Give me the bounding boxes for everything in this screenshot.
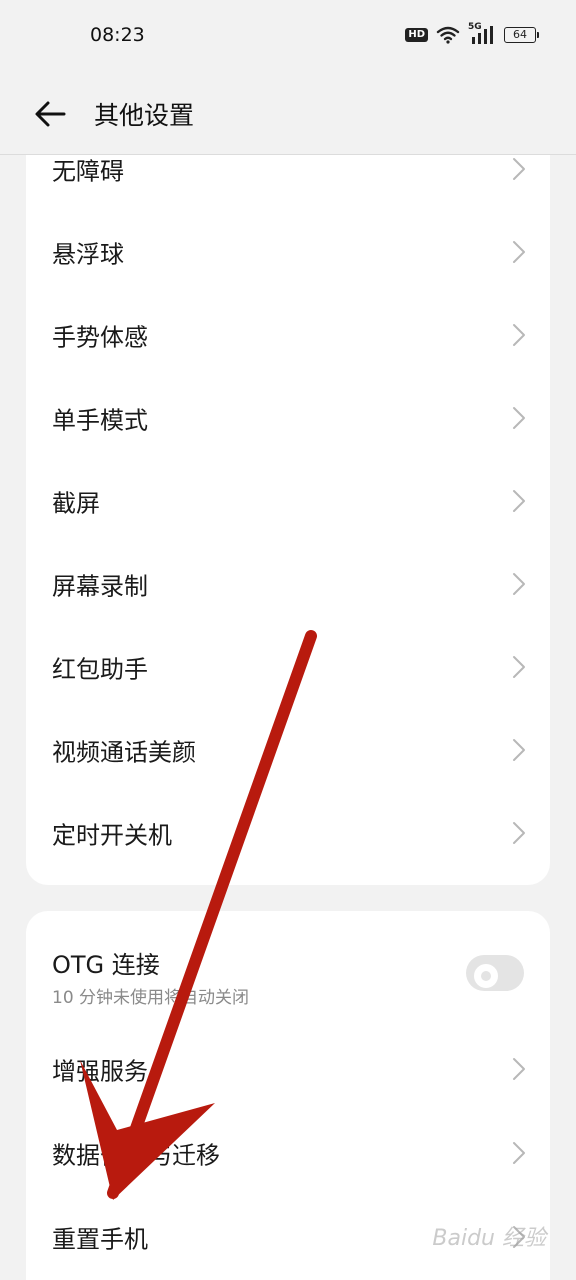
app-header: 其他设置 — [0, 72, 576, 155]
battery-icon: 64 — [504, 27, 539, 43]
chevron-right-icon — [513, 157, 525, 180]
row-label: 悬浮球 — [52, 240, 124, 268]
status-time: 08:23 — [90, 24, 145, 46]
settings-row[interactable]: 视频通话美颜 — [26, 708, 550, 791]
row-label: 数据备份与迁移 — [52, 1141, 220, 1169]
chevron-right-icon — [513, 1057, 525, 1080]
wifi-icon — [436, 26, 460, 44]
watermark: Baidu 经验 — [432, 1226, 546, 1251]
otg-label: OTG 连接 — [52, 951, 160, 979]
chevron-right-icon — [513, 572, 525, 595]
chevron-right-icon — [513, 821, 525, 844]
settings-row[interactable]: 增强服务 — [26, 1027, 550, 1110]
row-label: 手势体感 — [52, 323, 148, 351]
toggle-knob — [474, 964, 498, 988]
settings-row[interactable]: 悬浮球 — [26, 210, 550, 293]
row-label: 定时开关机 — [52, 821, 172, 849]
back-button[interactable] — [30, 94, 70, 134]
chevron-right-icon — [513, 1141, 525, 1164]
settings-row[interactable]: 定时开关机 — [26, 791, 550, 874]
settings-row[interactable]: 数据备份与迁移 — [26, 1111, 550, 1194]
hd-icon: HD — [405, 28, 428, 42]
chevron-right-icon — [513, 738, 525, 761]
row-label: 增强服务 — [52, 1057, 148, 1085]
settings-row[interactable]: 截屏 — [26, 459, 550, 542]
row-label: 无障碍 — [52, 157, 124, 185]
chevron-right-icon — [513, 489, 525, 512]
signal-icon: 5G — [468, 22, 496, 44]
status-icons: HD 5G 64 — [405, 22, 539, 44]
row-label: 屏幕录制 — [52, 572, 148, 600]
chevron-right-icon — [513, 406, 525, 429]
chevron-right-icon — [513, 323, 525, 346]
settings-row[interactable]: 单手模式 — [26, 376, 550, 459]
row-label: 重置手机 — [52, 1225, 148, 1253]
settings-row[interactable]: 无障碍 — [26, 155, 550, 210]
status-bar: 08:23 HD 5G 64 — [0, 0, 576, 72]
row-label: 单手模式 — [52, 406, 148, 434]
otg-subtitle: 10 分钟未使用将自动关闭 — [52, 988, 250, 1008]
settings-list[interactable]: 无障碍悬浮球手势体感单手模式截屏屏幕录制红包助手视频通话美颜 定时开关机 OTG … — [0, 155, 576, 1280]
chevron-right-icon — [513, 240, 525, 263]
chevron-right-icon — [513, 655, 525, 678]
otg-row[interactable]: OTG 连接 10 分钟未使用将自动关闭 — [26, 911, 550, 1039]
row-label: 截屏 — [52, 489, 100, 517]
back-arrow-icon — [35, 101, 66, 127]
row-label: 视频通话美颜 — [52, 738, 196, 766]
settings-row[interactable]: 红包助手 — [26, 625, 550, 708]
settings-row[interactable]: 手势体感 — [26, 293, 550, 376]
otg-toggle[interactable] — [466, 955, 524, 991]
page-title: 其他设置 — [94, 101, 195, 130]
settings-row[interactable]: 屏幕录制 — [26, 542, 550, 625]
settings-group-1: 无障碍悬浮球手势体感单手模式截屏屏幕录制红包助手视频通话美颜 定时开关机 — [26, 155, 550, 885]
row-label: 红包助手 — [52, 655, 148, 683]
